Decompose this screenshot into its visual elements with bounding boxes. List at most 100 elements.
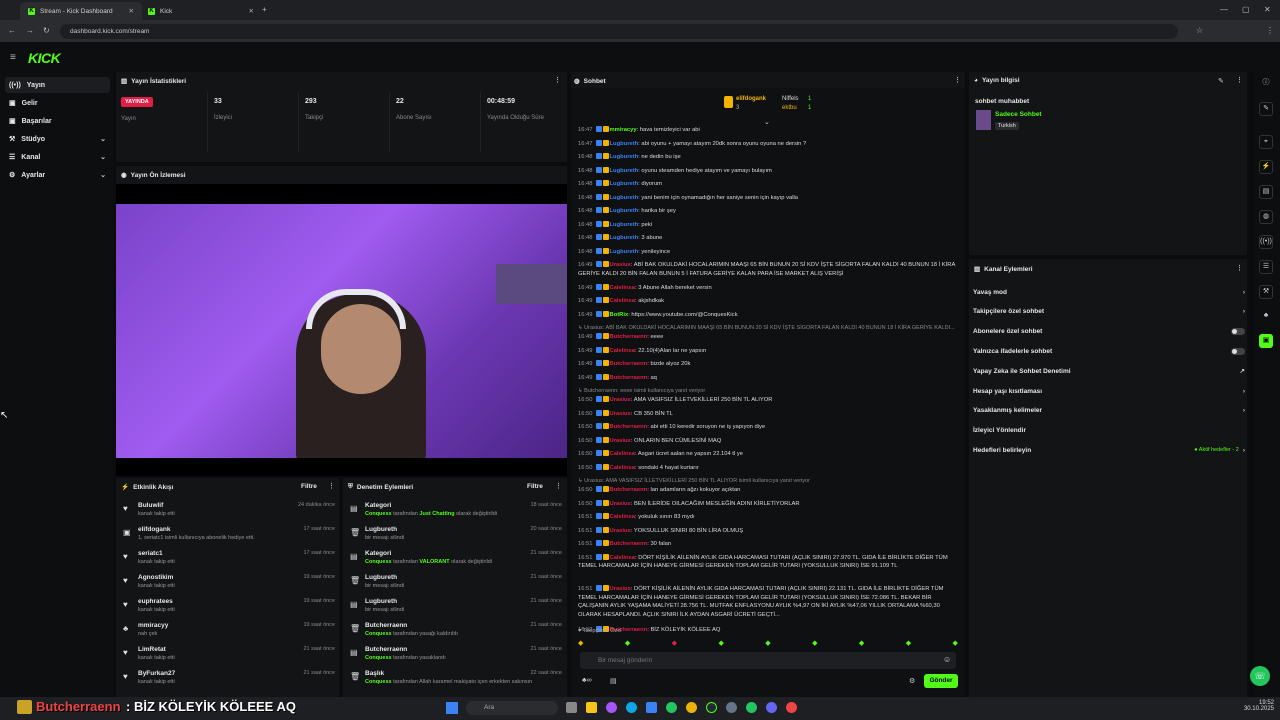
activity-user[interactable]: ByFurkan27 bbox=[138, 670, 175, 677]
modlog-menu-icon[interactable]: ⋮ bbox=[555, 482, 562, 490]
chat-username[interactable]: Lugbureth bbox=[610, 154, 639, 160]
activity-user[interactable]: Buluwlif bbox=[138, 502, 163, 509]
chat-username[interactable]: Calelinsa bbox=[610, 298, 635, 304]
store-icon[interactable] bbox=[646, 702, 657, 713]
modlog-actor[interactable]: Conquess bbox=[365, 511, 393, 517]
emote-icon[interactable]: ◆ bbox=[906, 639, 911, 647]
edge-icon[interactable] bbox=[626, 702, 637, 713]
taskview-icon[interactable] bbox=[566, 702, 577, 713]
activity-filter-button[interactable]: Filtre bbox=[301, 483, 317, 490]
sidebar-item-studyo[interactable]: ⚒ Stüdyo ⌄ bbox=[5, 131, 110, 147]
windows-start-icon[interactable] bbox=[446, 702, 458, 714]
tab-kick[interactable]: K Kick ✕ bbox=[140, 2, 262, 20]
chrome-icon[interactable] bbox=[686, 702, 697, 713]
channel-action-item[interactable]: Hedefleri belirleyin ● Aktif hedefler - 2… bbox=[973, 443, 1245, 457]
file-explorer-icon[interactable] bbox=[586, 702, 597, 713]
modlog-target[interactable]: Kategori bbox=[365, 550, 391, 557]
broadcast-tool-icon[interactable]: ((•)) bbox=[1259, 235, 1273, 249]
chat-username[interactable]: Calelinsa bbox=[610, 555, 635, 561]
chat-username[interactable]: Calelinsa bbox=[610, 514, 635, 520]
close-tab-icon[interactable]: ✕ bbox=[129, 7, 134, 15]
wrench-tool-icon[interactable]: ⚒ bbox=[1259, 285, 1273, 299]
chat-username[interactable]: Lugbureth bbox=[610, 249, 639, 255]
chat-username[interactable]: Urasius bbox=[610, 397, 631, 403]
spotify-icon[interactable] bbox=[746, 702, 757, 713]
emote-icon[interactable]: ◆ bbox=[859, 639, 864, 647]
emote-icon[interactable]: ◆ bbox=[625, 639, 630, 647]
chat-username[interactable]: Urasius bbox=[610, 262, 631, 268]
chat-users-icon[interactable]: ♣∞ bbox=[582, 677, 592, 684]
chat-username[interactable]: Butcherraenn bbox=[610, 361, 648, 367]
modlog-target[interactable]: Butcherraenn bbox=[365, 646, 407, 653]
activity-user[interactable]: mmiracyy bbox=[138, 622, 168, 629]
chat-username[interactable]: Butcherraenn bbox=[610, 424, 648, 430]
toggle-switch[interactable] bbox=[1231, 347, 1245, 355]
expand-chevron-icon[interactable]: ⌄ bbox=[764, 118, 770, 126]
channel-action-item[interactable]: Hesap yaşı kısıtlaması › bbox=[973, 384, 1245, 398]
modlog-actor[interactable]: Conquess bbox=[365, 655, 393, 661]
back-icon[interactable]: ← bbox=[8, 26, 16, 35]
target-tool-icon[interactable]: ⌖ bbox=[1259, 135, 1273, 149]
maximize-icon[interactable]: ▢ bbox=[1242, 5, 1250, 14]
channel-action-item[interactable]: Yasaklanmış kelimeler › bbox=[973, 404, 1245, 418]
chat-username[interactable]: Urasius bbox=[610, 586, 631, 592]
list-tool-icon[interactable]: ☰ bbox=[1259, 260, 1273, 274]
chat-username[interactable]: Lugbureth bbox=[610, 168, 639, 174]
reload-icon[interactable]: ↻ bbox=[43, 26, 50, 35]
emote-icon[interactable]: ◆ bbox=[672, 639, 677, 647]
emoji-picker-icon[interactable]: ☺ bbox=[943, 655, 951, 664]
modlog-target[interactable]: Lugbureth bbox=[365, 598, 397, 605]
modlog-target[interactable]: Lugbureth bbox=[365, 526, 397, 533]
sidebar-item-ayarlar[interactable]: ⚙ Ayarlar ⌄ bbox=[5, 167, 110, 183]
chat-tool-icon[interactable]: ◍ bbox=[1259, 210, 1273, 224]
chat-username[interactable]: mmiracyy bbox=[610, 127, 637, 133]
copilot-icon[interactable] bbox=[606, 702, 617, 713]
chat-username[interactable]: Calelinsa bbox=[610, 465, 635, 471]
emote-icon[interactable]: ◆ bbox=[578, 639, 583, 647]
chat-username[interactable]: Urasius bbox=[610, 501, 631, 507]
file-tool-icon[interactable]: ▤ bbox=[1259, 185, 1273, 199]
modlog-target[interactable]: Butcherraenn bbox=[365, 622, 407, 629]
toggle-switch[interactable] bbox=[1231, 328, 1245, 336]
green-app-icon[interactable]: ▣ bbox=[1259, 334, 1273, 348]
modlog-actor[interactable]: Conquess bbox=[365, 679, 393, 685]
channel-action-item[interactable]: İzleyici Yönlendir bbox=[973, 424, 1245, 438]
chat-username[interactable]: Lugbureth bbox=[610, 222, 639, 228]
whatsapp-icon[interactable] bbox=[666, 702, 677, 713]
chat-username[interactable]: Urasius bbox=[610, 411, 631, 417]
browser-menu-icon[interactable]: ⋮ bbox=[1266, 26, 1274, 35]
info-circle-icon[interactable]: ⓘ bbox=[1259, 77, 1273, 91]
obs-icon[interactable] bbox=[706, 702, 717, 713]
chat-settings-icon[interactable]: ⚙ bbox=[909, 677, 915, 685]
chat-username[interactable]: Lugbureth bbox=[610, 235, 639, 241]
chat-username[interactable]: Urasius bbox=[610, 528, 631, 534]
chat-username[interactable]: Urasius bbox=[610, 438, 631, 444]
chat-username[interactable]: Lugbureth bbox=[610, 181, 639, 187]
channel-action-item[interactable]: Yalnızca ifadelerle sohbet bbox=[973, 344, 1245, 358]
edit-pencil-icon[interactable]: ✎ bbox=[1218, 77, 1224, 85]
pencil-tool-icon[interactable]: ✎ bbox=[1259, 102, 1273, 116]
modlog-actor[interactable]: Conquess bbox=[365, 559, 393, 565]
modlog-target[interactable]: Lugbureth bbox=[365, 574, 397, 581]
chat-username[interactable]: Butcherraenn bbox=[610, 487, 648, 493]
activity-user[interactable]: euphratees bbox=[138, 598, 173, 605]
chat-username[interactable]: Butcherraenn bbox=[610, 375, 648, 381]
activity-user[interactable]: elifdogank bbox=[138, 526, 171, 533]
send-button[interactable]: Gönder bbox=[924, 674, 958, 688]
emote-icon[interactable]: ◆ bbox=[765, 639, 770, 647]
bolt-tool-icon[interactable]: ⚡ bbox=[1259, 160, 1273, 174]
chat-username[interactable]: Calelinsa bbox=[610, 348, 635, 354]
info-menu-icon[interactable]: ⋮ bbox=[1236, 76, 1243, 84]
modlog-actor[interactable]: Conquess bbox=[365, 631, 393, 637]
sidebar-item-yayin[interactable]: ((•)) Yayın bbox=[5, 77, 110, 93]
new-tab-icon[interactable]: + bbox=[262, 5, 267, 14]
chat-username[interactable]: Lugbureth bbox=[610, 208, 639, 214]
stats-menu-icon[interactable]: ⋮ bbox=[554, 76, 561, 84]
discord-icon[interactable] bbox=[766, 702, 777, 713]
app-icon[interactable] bbox=[786, 702, 797, 713]
support-chat-icon[interactable]: ☏ bbox=[1250, 666, 1270, 686]
chat-menu-icon[interactable]: ⋮ bbox=[954, 76, 961, 84]
users-tool-icon[interactable]: ♣ bbox=[1259, 310, 1273, 324]
kick-logo[interactable]: KICK bbox=[28, 50, 61, 66]
chat-username[interactable]: Lugbureth bbox=[610, 195, 639, 201]
